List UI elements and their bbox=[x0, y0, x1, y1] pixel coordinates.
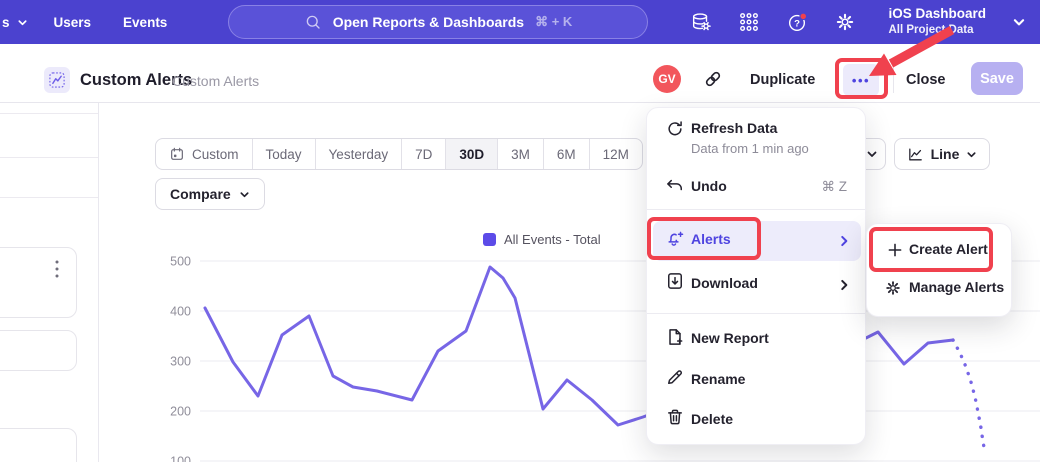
calendar-icon bbox=[169, 146, 185, 162]
search-placeholder: Open Reports & Dashboards bbox=[333, 14, 524, 30]
menu-divider bbox=[647, 313, 865, 314]
refresh-icon bbox=[665, 119, 685, 139]
chevron-down-icon bbox=[17, 17, 28, 28]
apps-grid-icon[interactable] bbox=[738, 11, 760, 33]
chevron-down-icon bbox=[966, 149, 977, 160]
topbar: s Users Events Open Reports & Dashboards… bbox=[0, 0, 1040, 44]
sidebar-card[interactable] bbox=[0, 428, 77, 462]
menu-item-alerts-label[interactable]: Alerts bbox=[691, 231, 731, 247]
menu-item-rename[interactable]: Rename bbox=[691, 371, 745, 387]
line-chart-icon bbox=[907, 146, 924, 163]
menu-item-refresh-data[interactable]: Refresh Data bbox=[691, 120, 777, 136]
svg-text:400: 400 bbox=[170, 305, 191, 319]
project-scope: All Project Data bbox=[888, 23, 986, 37]
undo-icon bbox=[665, 176, 685, 196]
legend-swatch bbox=[483, 233, 496, 246]
close-button[interactable]: Close bbox=[906, 72, 946, 88]
range-6m[interactable]: 6M bbox=[544, 139, 590, 169]
share-link-icon[interactable] bbox=[702, 68, 724, 90]
nav-item-users[interactable]: Users bbox=[38, 15, 108, 30]
range-7d[interactable]: 7D bbox=[402, 139, 446, 169]
chevron-down-icon bbox=[1012, 15, 1026, 29]
delete-trash-icon bbox=[665, 407, 685, 427]
download-icon bbox=[665, 271, 685, 291]
chart-type-button[interactable]: Line bbox=[894, 138, 990, 170]
data-management-icon[interactable] bbox=[690, 11, 712, 33]
notification-dot bbox=[800, 13, 807, 20]
kebab-menu-icon[interactable] bbox=[52, 258, 62, 282]
new-report-icon bbox=[665, 327, 685, 347]
manage-gear-icon bbox=[884, 279, 902, 297]
svg-text:?: ? bbox=[795, 19, 801, 30]
legend-label: All Events - Total bbox=[504, 232, 601, 247]
more-options-menu: Refresh Data Data from 1 min ago Undo ⌘ … bbox=[646, 107, 866, 445]
app-window: s Users Events Open Reports & Dashboards… bbox=[0, 0, 1040, 462]
settings-gear-icon[interactable] bbox=[834, 11, 856, 33]
chevron-right-icon bbox=[837, 278, 851, 292]
menu-item-new-report[interactable]: New Report bbox=[691, 330, 769, 346]
range-label: Custom bbox=[192, 147, 239, 162]
submenu-item-create-alert[interactable]: Create Alert bbox=[909, 241, 988, 257]
range-30d-active[interactable]: 30D bbox=[446, 139, 498, 169]
chart-type-label: Line bbox=[931, 146, 960, 162]
sidebar-card[interactable] bbox=[0, 330, 77, 371]
avatar[interactable]: GV bbox=[653, 65, 681, 93]
nav-item-partial-label: s bbox=[2, 15, 10, 30]
alerts-submenu: Create Alert Manage Alerts bbox=[866, 223, 1012, 317]
search-shortcut: ⌘ + K bbox=[535, 14, 572, 30]
compare-label: Compare bbox=[170, 186, 231, 202]
svg-text:300: 300 bbox=[170, 355, 191, 369]
search-bar[interactable]: Open Reports & Dashboards ⌘ + K bbox=[228, 5, 648, 39]
duplicate-button[interactable]: Duplicate bbox=[750, 72, 815, 88]
chevron-down-icon bbox=[866, 148, 878, 160]
refresh-data-subtitle: Data from 1 min ago bbox=[691, 141, 809, 156]
undo-shortcut: ⌘ Z bbox=[822, 179, 848, 195]
compare-button[interactable]: Compare bbox=[155, 178, 265, 210]
range-yesterday[interactable]: Yesterday bbox=[316, 139, 403, 169]
svg-text:100: 100 bbox=[170, 455, 191, 462]
menu-item-delete[interactable]: Delete bbox=[691, 411, 733, 427]
alerts-bell-icon bbox=[665, 229, 685, 249]
sidebar-card[interactable] bbox=[0, 247, 77, 318]
chevron-right-icon bbox=[837, 234, 851, 248]
svg-text:500: 500 bbox=[170, 255, 191, 269]
project-name: iOS Dashboard bbox=[888, 6, 986, 23]
chevron-down-icon bbox=[239, 189, 250, 200]
search-icon bbox=[304, 13, 322, 31]
project-switcher[interactable]: iOS Dashboard All Project Data bbox=[888, 6, 986, 37]
range-today[interactable]: Today bbox=[253, 139, 316, 169]
submenu-item-manage-alerts[interactable]: Manage Alerts bbox=[909, 279, 1004, 295]
menu-item-undo[interactable]: Undo bbox=[691, 178, 727, 194]
header-divider bbox=[893, 67, 894, 93]
svg-text:200: 200 bbox=[170, 405, 191, 419]
menu-divider bbox=[647, 209, 865, 210]
chart-legend[interactable]: All Events - Total bbox=[483, 232, 601, 247]
range-12m[interactable]: 12M bbox=[590, 139, 642, 169]
range-3m[interactable]: 3M bbox=[498, 139, 544, 169]
range-custom[interactable]: Custom bbox=[156, 139, 253, 169]
help-icon[interactable]: ? bbox=[786, 11, 808, 33]
sidebar-divider bbox=[0, 113, 98, 114]
menu-item-download[interactable]: Download bbox=[691, 275, 758, 291]
rename-pencil-icon bbox=[665, 367, 685, 387]
report-chart-icon bbox=[44, 67, 70, 93]
sidebar-divider bbox=[0, 197, 98, 198]
sidebar-divider bbox=[0, 157, 98, 158]
nav-item-events[interactable]: Events bbox=[107, 15, 183, 30]
date-range-selector: Custom Today Yesterday 7D 30D 3M 6M 12M bbox=[155, 138, 643, 170]
plus-icon bbox=[886, 241, 904, 259]
more-options-button[interactable]: ••• bbox=[843, 64, 879, 96]
save-button[interactable]: Save bbox=[971, 62, 1023, 95]
nav-item-partial[interactable]: s bbox=[0, 15, 38, 30]
breadcrumb: Custom Alerts bbox=[172, 73, 259, 89]
